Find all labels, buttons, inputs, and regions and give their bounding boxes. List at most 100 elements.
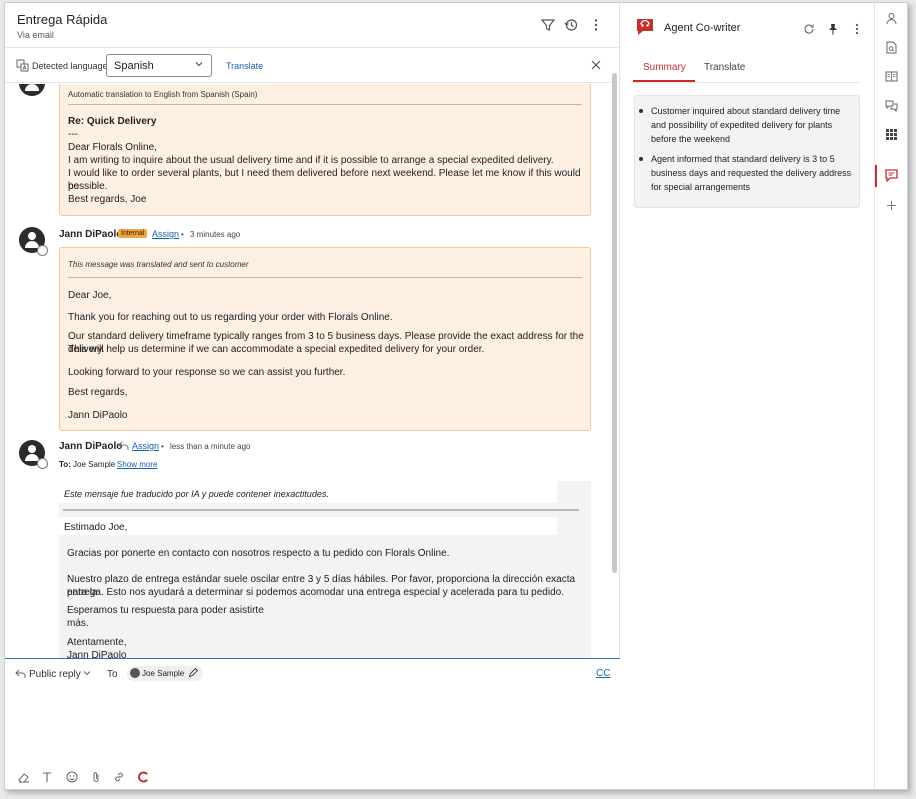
chevron-down-icon bbox=[194, 59, 204, 69]
translate-language-icon bbox=[16, 59, 29, 72]
document-search-icon[interactable] bbox=[885, 41, 898, 54]
message-author: Jann DiPaolo bbox=[59, 229, 123, 240]
show-more-link[interactable]: Show more bbox=[117, 460, 157, 469]
avatar bbox=[19, 227, 48, 256]
more-vertical-icon[interactable] bbox=[588, 17, 604, 33]
internal-badge: Internal bbox=[118, 229, 148, 238]
tab-translate[interactable]: Translate bbox=[704, 62, 745, 73]
message-line: más. bbox=[67, 618, 89, 629]
chevron-down-icon[interactable] bbox=[82, 668, 92, 678]
summary-item: Customer inquired about standard deliver… bbox=[651, 106, 841, 144]
ai-translation-note: Este mensaje fue traducido por IA y pued… bbox=[64, 489, 329, 499]
agent-cowriter-pane: Agent Co-writer Summary Translate Custom… bbox=[621, 3, 874, 789]
message-signature: Jann DiPaolo bbox=[68, 410, 128, 421]
message-line: Gracias por ponerte en contacto con noso… bbox=[67, 548, 450, 559]
message-line: Dear Joe, bbox=[68, 290, 112, 301]
bullet bbox=[639, 109, 643, 113]
agent-cowriter-icon[interactable] bbox=[885, 169, 898, 182]
message-line: possible. bbox=[68, 181, 108, 192]
meta-separator: • bbox=[161, 442, 164, 451]
filter-icon[interactable] bbox=[540, 17, 556, 33]
emoji-icon[interactable] bbox=[66, 771, 78, 783]
message-signature: Jann DiPaolo bbox=[67, 650, 127, 658]
translated-message-agent: This message was translated and sent to … bbox=[59, 247, 591, 431]
detected-language-label: Detected language bbox=[32, 61, 108, 71]
language-select-value: Spanish bbox=[114, 60, 154, 72]
to-label: To: bbox=[59, 460, 71, 469]
message-line: --- bbox=[68, 129, 78, 140]
message-author: Jann DiPaolo bbox=[59, 441, 123, 452]
message-line: This will help us determine if we can ac… bbox=[68, 344, 485, 355]
apps-grid-icon[interactable] bbox=[885, 128, 898, 141]
side-rail bbox=[874, 3, 907, 789]
ticket-title: Entrega Rápida bbox=[17, 12, 108, 27]
message-line: Best regards, bbox=[68, 387, 128, 398]
app-window: Entrega Rápida Via email Detected langua… bbox=[4, 2, 908, 790]
recipient-chip[interactable]: Joe Sample bbox=[127, 666, 203, 681]
reply-icon bbox=[15, 669, 26, 679]
recipient-name: Joe Sample bbox=[142, 669, 185, 678]
message-time: 3 minutes ago bbox=[190, 230, 241, 239]
more-vertical-icon[interactable] bbox=[851, 23, 863, 35]
edit-icon[interactable] bbox=[188, 668, 198, 678]
selected-indicator bbox=[875, 165, 877, 187]
attachment-icon[interactable] bbox=[90, 771, 102, 783]
assign-link[interactable]: Assign bbox=[132, 441, 159, 451]
scrollbar[interactable] bbox=[612, 73, 617, 573]
reply-composer[interactable]: Public reply To Joe Sample CC bbox=[5, 658, 620, 789]
divider bbox=[68, 104, 582, 105]
message-line: Best regards, Joe bbox=[68, 194, 147, 205]
copilot-c-icon[interactable] bbox=[137, 771, 149, 783]
user-icon[interactable] bbox=[885, 12, 898, 25]
assign-link[interactable]: Assign bbox=[152, 229, 179, 239]
message-line: Thank you for reaching out to us regardi… bbox=[68, 312, 393, 323]
message-line: Dear Florals Online, bbox=[68, 142, 157, 153]
summary-item: Agent informed that standard delivery is… bbox=[651, 154, 852, 192]
add-icon[interactable] bbox=[885, 199, 898, 212]
history-icon[interactable] bbox=[563, 17, 579, 33]
translate-link[interactable]: Translate bbox=[226, 61, 263, 71]
cowriter-tabs: Summary Translate bbox=[633, 59, 861, 83]
agent-cowriter-logo-icon bbox=[634, 16, 656, 38]
book-icon[interactable] bbox=[885, 70, 898, 83]
divider bbox=[68, 277, 582, 278]
avatar bbox=[130, 668, 140, 678]
ticket-header: Entrega Rápida Via email bbox=[5, 3, 620, 48]
reply-mode-select[interactable]: Public reply bbox=[29, 669, 81, 680]
chat-bubbles-icon[interactable] bbox=[885, 99, 898, 112]
message-line: I am writing to inquire about the usual … bbox=[68, 155, 554, 166]
message-line: Esperamos tu respuesta para poder asisti… bbox=[67, 605, 264, 616]
cc-link[interactable]: CC bbox=[596, 668, 610, 679]
ticket-channel: Via email bbox=[17, 30, 54, 40]
message-line: Atentamente, bbox=[67, 637, 127, 648]
bullet bbox=[639, 157, 643, 161]
message-line: Looking forward to your response so we c… bbox=[68, 367, 346, 378]
to-label: To bbox=[107, 669, 118, 680]
message-thread[interactable]: Automatic translation to English from Sp… bbox=[5, 84, 620, 658]
divider bbox=[63, 509, 579, 511]
conversation-pane: Entrega Rápida Via email Detected langua… bbox=[5, 3, 620, 789]
translation-note: Automatic translation to English from Sp… bbox=[68, 90, 258, 99]
reply-icon bbox=[118, 441, 129, 451]
message-subject: Re: Quick Delivery bbox=[68, 116, 157, 127]
meta-separator: • bbox=[181, 230, 184, 239]
avatar bbox=[19, 84, 45, 96]
refresh-icon[interactable] bbox=[803, 23, 815, 35]
link-icon[interactable] bbox=[113, 771, 125, 783]
message-line: Estimado Joe, bbox=[64, 522, 128, 533]
message-line: I would like to order several plants, bu… bbox=[68, 168, 581, 192]
eraser-icon[interactable] bbox=[18, 771, 30, 783]
language-select[interactable]: Spanish bbox=[106, 54, 212, 77]
tab-summary[interactable]: Summary bbox=[643, 62, 686, 73]
message-body-spanish: Este mensaje fue traducido por IA y pued… bbox=[59, 481, 591, 658]
message-time: less than a minute ago bbox=[170, 442, 251, 451]
summary-card: Customer inquired about standard deliver… bbox=[634, 95, 860, 208]
active-tab-indicator bbox=[633, 80, 695, 82]
close-icon[interactable] bbox=[590, 59, 602, 71]
pin-icon[interactable] bbox=[827, 23, 839, 35]
text-format-icon[interactable] bbox=[41, 771, 53, 783]
message-line: entrega. Esto nos ayudará a determinar s… bbox=[67, 587, 564, 598]
translation-note: This message was translated and sent to … bbox=[68, 260, 249, 269]
panel-title: Agent Co-writer bbox=[664, 22, 741, 34]
language-bar: Detected language Spanish Translate bbox=[5, 49, 620, 83]
